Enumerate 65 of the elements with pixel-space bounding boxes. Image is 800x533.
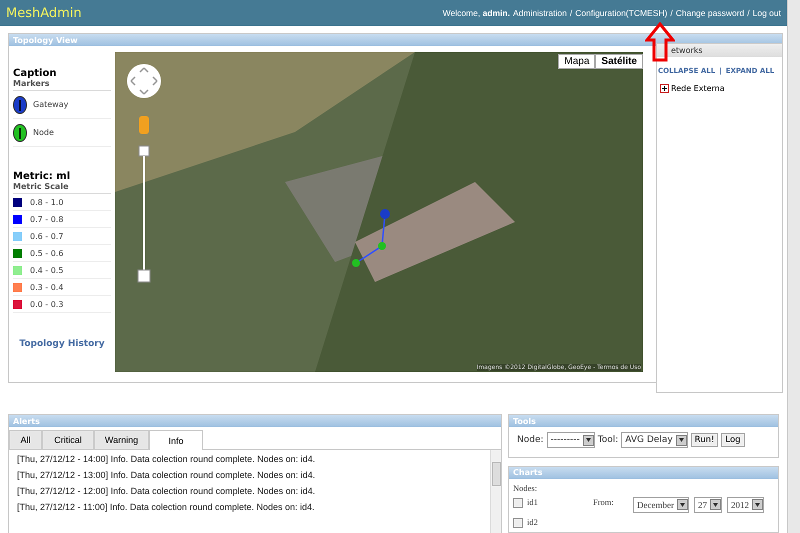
zoom-slider[interactable]: [138, 156, 150, 282]
node-option-label: id1: [527, 496, 538, 507]
scrollbar[interactable]: [490, 450, 501, 533]
header-link[interactable]: Log out: [752, 8, 781, 18]
date-label: From:: [593, 496, 615, 509]
pan-control-icon[interactable]: [127, 64, 161, 98]
node-marker[interactable]: [378, 242, 386, 250]
marker-label: Node: [33, 128, 54, 137]
alert-message: [Thu, 27/12/12 - 12:00] Info. Data colection round complete. Nodes on: id4.: [17, 486, 316, 496]
metric-title: Metric: ml: [13, 171, 72, 182]
tool-select[interactable]: AVG Delay: [621, 432, 688, 448]
panel-title: Tools: [509, 415, 778, 427]
node-option-label: id2: [527, 516, 538, 527]
link-separator: /: [570, 8, 572, 18]
page-scrollbar[interactable]: [787, 0, 800, 533]
map-type-button[interactable]: Satélite: [595, 54, 643, 69]
caption-title: Caption: [13, 68, 58, 79]
panel-title: Charts: [509, 466, 778, 479]
field-label: Node:: [517, 435, 544, 445]
header-link[interactable]: Change password: [676, 8, 744, 18]
checkbox[interactable]: [513, 518, 523, 528]
alert-tab[interactable]: Critical: [42, 430, 94, 449]
alert-tab[interactable]: Warning: [94, 430, 149, 449]
gateway-marker[interactable]: [380, 209, 390, 219]
header-link[interactable]: Configuration(TCMESH): [575, 8, 668, 18]
tool-button[interactable]: Run!: [690, 433, 718, 447]
nodes-label: Nodes:: [513, 482, 538, 493]
expand-toggle-icon[interactable]: [660, 84, 669, 93]
welcome-text: Welcome, admin.: [442, 8, 510, 18]
scale-label: 0.8 - 1.0: [30, 198, 64, 206]
node-select[interactable]: ---------: [546, 432, 595, 448]
checkbox[interactable]: [513, 498, 523, 508]
scale-label: 0.4 - 0.5: [30, 266, 64, 274]
field-label: Tool:: [598, 435, 618, 445]
scale-label: 0.7 - 0.8: [30, 214, 64, 224]
header-link[interactable]: Administration: [513, 8, 567, 18]
link-separator: /: [670, 8, 673, 18]
alert-message: [Thu, 27/12/12 - 14:00] Info. Data colection round complete. Nodes on: id4.: [17, 454, 316, 464]
zoom-slider-thumb[interactable]: [138, 270, 150, 282]
alert-message: [Thu, 27/12/12 - 13:00] Info. Data colection round complete. Nodes on: id4.: [17, 470, 316, 480]
tool-button[interactable]: Log: [721, 433, 745, 447]
alert-tab[interactable]: Info: [149, 430, 203, 450]
topology-history-link[interactable]: Topology History: [13, 339, 111, 349]
panel-title: Alerts: [9, 415, 501, 427]
marker-label: Gateway: [33, 100, 68, 109]
scale-label: 0.5 - 0.6: [30, 248, 64, 258]
day-select[interactable]: 27: [694, 496, 722, 513]
panel-title: etworks: [657, 44, 782, 57]
scale-label: 0.0 - 0.3: [30, 300, 64, 308]
link-separator: /: [747, 8, 750, 18]
pegman-icon[interactable]: [139, 116, 149, 134]
year-select[interactable]: 2012: [726, 496, 764, 513]
tree-item[interactable]: Rede Externa: [671, 84, 725, 93]
scale-label: 0.3 - 0.4: [30, 282, 64, 292]
markers-heading: Markers: [13, 79, 111, 91]
panel-title: Topology View: [9, 34, 782, 46]
alert-message: [Thu, 27/12/12 - 11:00] Info. Data colection round complete. Nodes on: id4.: [17, 502, 316, 512]
scale-heading: Metric Scale: [13, 182, 111, 194]
alert-tab[interactable]: All: [9, 430, 42, 449]
app-brand: MeshAdmin: [6, 6, 82, 20]
map-type-button[interactable]: Mapa: [558, 54, 596, 69]
scale-label: 0.6 - 0.7: [30, 232, 64, 240]
month-select[interactable]: December: [633, 496, 689, 513]
node-marker[interactable]: [352, 259, 360, 267]
zoom-in-button[interactable]: [138, 146, 150, 156]
